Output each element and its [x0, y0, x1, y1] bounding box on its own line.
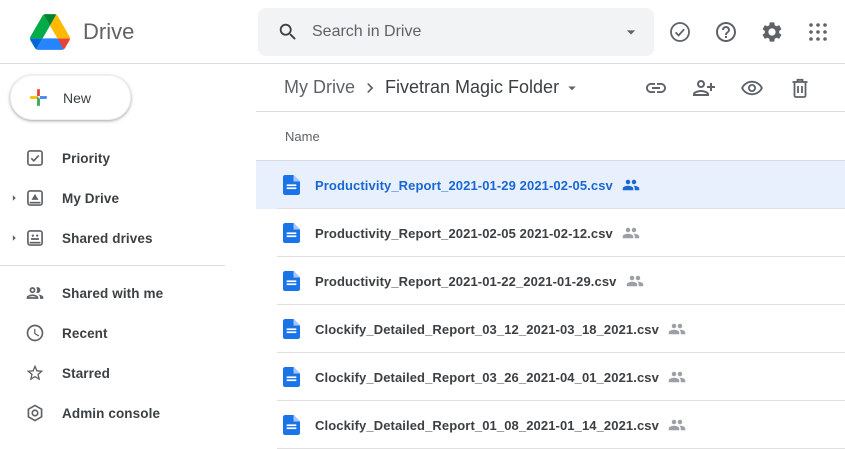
shared-people-icon: [622, 176, 640, 194]
sidebar-item-recent[interactable]: Recent: [0, 313, 256, 353]
file-name: Clockify_Detailed_Report_03_12_2021-03_1…: [315, 322, 659, 337]
search-icon[interactable]: [277, 21, 299, 43]
help-icon[interactable]: [714, 20, 738, 44]
offline-status-icon[interactable]: [668, 20, 692, 44]
admin-console-icon: [25, 403, 45, 423]
csv-file-icon: [283, 175, 300, 195]
sidebar-item-priority[interactable]: Priority: [0, 138, 256, 178]
sidebar-item-label: Priority: [62, 151, 110, 166]
file-name: Clockify_Detailed_Report_03_26_2021-04_0…: [315, 370, 659, 385]
shared-people-icon: [668, 416, 686, 434]
sidebar-divider: [0, 265, 225, 266]
file-row[interactable]: Clockify_Detailed_Report_01_08_2021-01_1…: [256, 401, 845, 449]
google-apps-grid-icon[interactable]: [806, 20, 830, 44]
get-link-icon[interactable]: [644, 76, 668, 100]
expand-arrow-icon[interactable]: [0, 191, 25, 205]
sidebar-item-shared-with-me[interactable]: Shared with me: [0, 273, 256, 313]
csv-file-icon: [283, 367, 300, 387]
sidebar-item-label: Shared drives: [62, 231, 153, 246]
sidebar-item-label: Admin console: [62, 406, 160, 421]
main-content: My Drive Fivetran Magic Folder: [256, 64, 845, 439]
recent-clock-icon: [25, 323, 45, 343]
file-row[interactable]: Productivity_Report_2021-01-22_2021-01-2…: [256, 257, 845, 305]
drive-triangle-icon: [30, 14, 70, 50]
sidebar-item-label: My Drive: [62, 191, 119, 206]
sidebar-nav: Priority My Drive: [0, 138, 256, 433]
file-name: Productivity_Report_2021-01-29 2021-02-0…: [315, 178, 613, 193]
add-collaborators-icon[interactable]: [692, 76, 716, 100]
sidebar-item-admin-console[interactable]: Admin console: [0, 393, 256, 433]
breadcrumb-parent[interactable]: My Drive: [284, 77, 355, 98]
my-drive-icon: [25, 188, 45, 208]
file-name: Clockify_Detailed_Report_01_08_2021-01_1…: [315, 418, 659, 433]
file-row[interactable]: Clockify_Detailed_Report_03_26_2021-04_0…: [256, 353, 845, 401]
multicolor-plus-icon: [26, 85, 51, 110]
expand-arrow-icon[interactable]: [0, 231, 25, 245]
app-title: Drive: [83, 19, 134, 45]
priority-checkbox-icon: [25, 148, 45, 168]
file-list: Productivity_Report_2021-01-29 2021-02-0…: [256, 161, 845, 449]
shared-people-icon: [626, 272, 644, 290]
sidebar-item-shared-drives[interactable]: Shared drives: [0, 218, 256, 258]
shared-drives-icon: [25, 228, 45, 248]
shared-people-icon: [668, 320, 686, 338]
search-options-caret-icon[interactable]: [621, 22, 641, 42]
csv-file-icon: [283, 223, 300, 243]
sidebar-item-starred[interactable]: Starred: [0, 353, 256, 393]
breadcrumb-current-folder[interactable]: Fivetran Magic Folder: [385, 77, 559, 98]
breadcrumb: My Drive Fivetran Magic Folder: [256, 64, 845, 112]
search-input[interactable]: [310, 22, 621, 42]
folder-dropdown-caret-icon[interactable]: [563, 79, 581, 97]
folder-toolbar: [644, 76, 812, 100]
star-icon: [25, 363, 45, 383]
header-actions: [668, 0, 830, 64]
file-name: Productivity_Report_2021-02-05 2021-02-1…: [315, 226, 613, 241]
csv-file-icon: [283, 319, 300, 339]
preview-eye-icon[interactable]: [740, 76, 764, 100]
sidebar: New Priority My: [0, 64, 256, 439]
new-button-label: New: [63, 90, 91, 106]
chevron-right-icon: [360, 78, 380, 98]
csv-file-icon: [283, 415, 300, 435]
column-header-name[interactable]: Name: [285, 129, 320, 144]
file-row[interactable]: Productivity_Report_2021-01-29 2021-02-0…: [256, 161, 845, 209]
shared-people-icon: [622, 224, 640, 242]
csv-file-icon: [283, 271, 300, 291]
settings-gear-icon[interactable]: [760, 20, 784, 44]
top-bar: Drive: [0, 0, 845, 64]
file-list-header[interactable]: Name: [256, 112, 845, 161]
sidebar-item-my-drive[interactable]: My Drive: [0, 178, 256, 218]
shared-with-me-icon: [25, 283, 45, 303]
file-name: Productivity_Report_2021-01-22_2021-01-2…: [315, 274, 617, 289]
sidebar-item-label: Starred: [62, 366, 110, 381]
file-row[interactable]: Productivity_Report_2021-02-05 2021-02-1…: [256, 209, 845, 257]
shared-people-icon: [668, 368, 686, 386]
drive-logo[interactable]: Drive: [30, 14, 134, 50]
new-button[interactable]: New: [10, 75, 131, 120]
file-row[interactable]: Clockify_Detailed_Report_03_12_2021-03_1…: [256, 305, 845, 353]
sidebar-item-label: Recent: [62, 326, 108, 341]
search-bar[interactable]: [258, 8, 654, 56]
trash-icon[interactable]: [788, 76, 812, 100]
sidebar-item-label: Shared with me: [62, 286, 163, 301]
